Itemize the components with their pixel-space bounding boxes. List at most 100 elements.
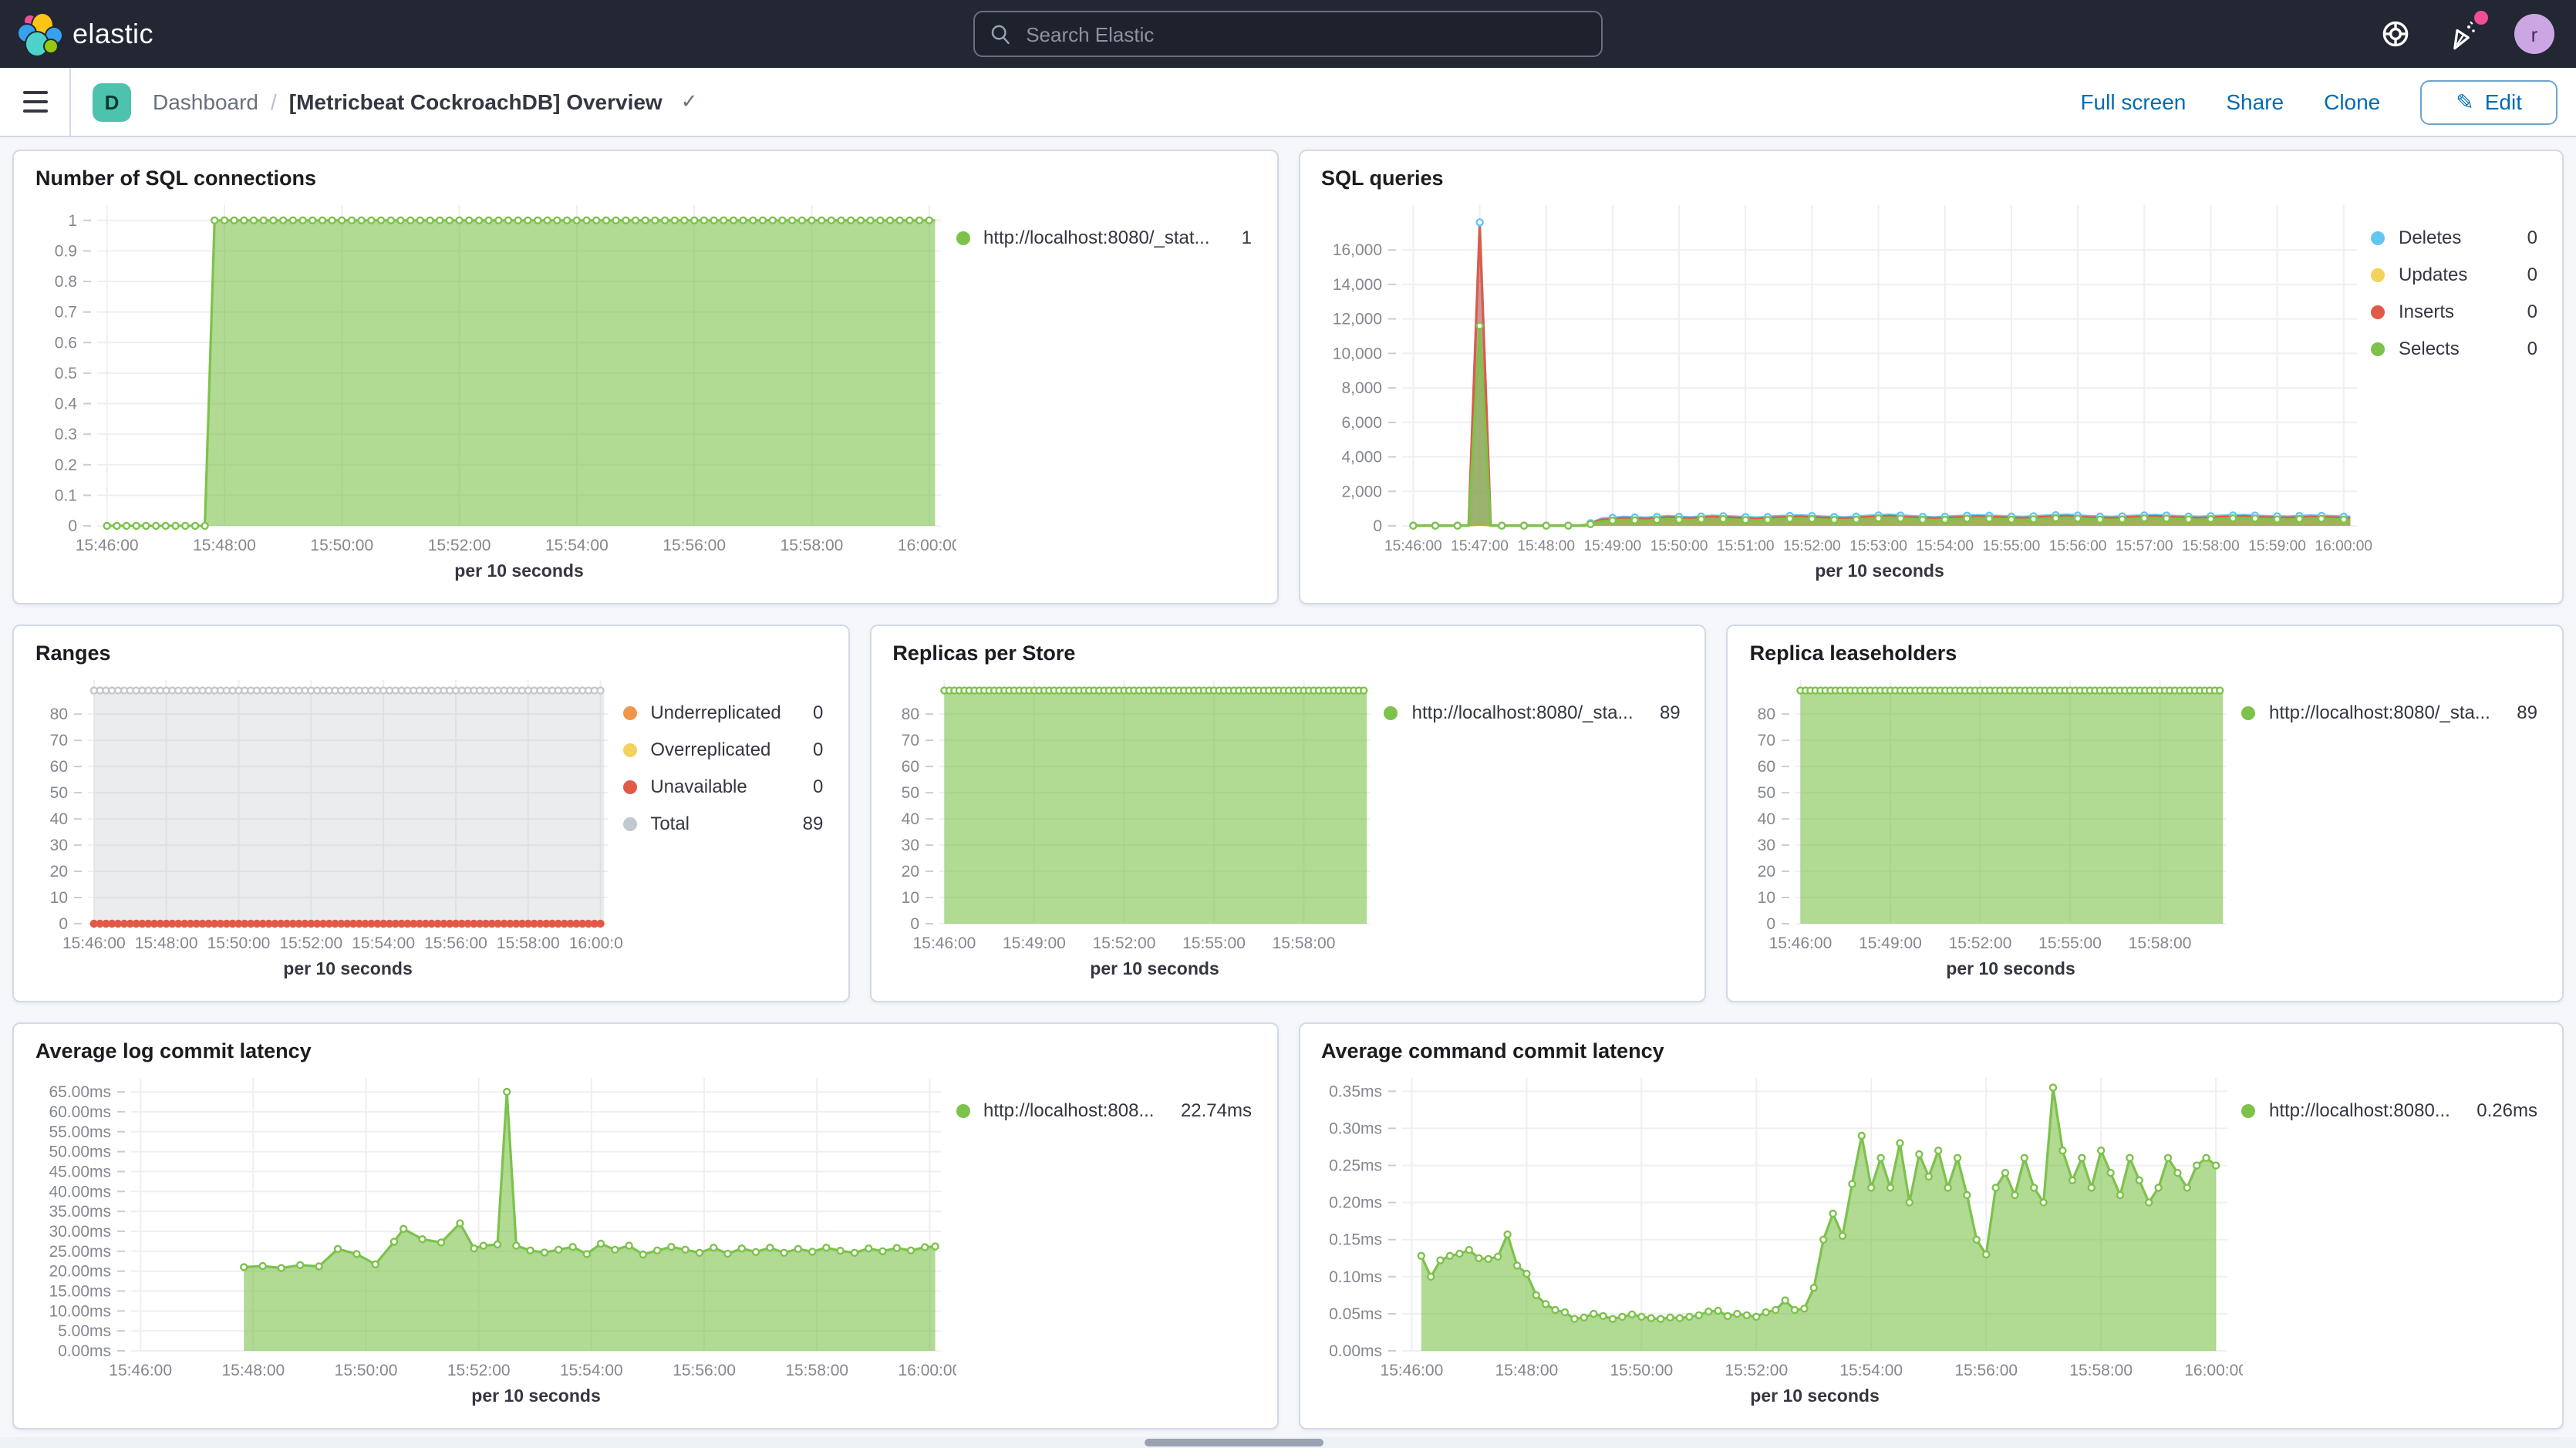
legend-item[interactable]: http://localhost:8080/_sta...89 bbox=[2241, 702, 2537, 723]
svg-text:1: 1 bbox=[68, 212, 77, 230]
svg-text:16:00:00: 16:00:00 bbox=[899, 1362, 956, 1379]
panel-replica-leaseholders: Replica leaseholders 8070605040302010015… bbox=[1727, 625, 2564, 1002]
svg-text:60: 60 bbox=[1758, 758, 1775, 776]
svg-text:15:46:00: 15:46:00 bbox=[109, 1362, 172, 1379]
svg-text:15:49:00: 15:49:00 bbox=[1860, 934, 1923, 952]
svg-text:15:46:00: 15:46:00 bbox=[1380, 1362, 1443, 1379]
help-icon[interactable] bbox=[2379, 17, 2412, 51]
svg-text:0.20ms: 0.20ms bbox=[1328, 1194, 1381, 1212]
legend-item[interactable]: Overreplicated 0 bbox=[622, 739, 823, 760]
breadcrumb-dashboard[interactable]: Dashboard bbox=[153, 89, 258, 114]
svg-text:15:58:00: 15:58:00 bbox=[785, 1362, 848, 1379]
svg-text:25.00ms: 25.00ms bbox=[49, 1243, 111, 1261]
panel-title: SQL queries bbox=[1321, 167, 2544, 190]
search-input[interactable] bbox=[1023, 21, 1586, 47]
scrollbar-thumb[interactable] bbox=[1145, 1439, 1323, 1446]
legend-series-value: 0.26ms bbox=[2464, 1099, 2537, 1121]
svg-text:0.15ms: 0.15ms bbox=[1328, 1231, 1381, 1249]
breadcrumb: Dashboard / [Metricbeat CockroachDB] Ove… bbox=[153, 89, 698, 114]
svg-text:2,000: 2,000 bbox=[1340, 483, 1381, 500]
svg-text:15:51:00: 15:51:00 bbox=[1716, 538, 1774, 554]
svg-text:15:48:00: 15:48:00 bbox=[1494, 1362, 1557, 1379]
legend-series-dot bbox=[622, 743, 636, 756]
svg-text:15:48:00: 15:48:00 bbox=[221, 1362, 285, 1379]
svg-text:0.6: 0.6 bbox=[55, 334, 77, 352]
clone-button[interactable]: Clone bbox=[2324, 89, 2380, 114]
svg-text:15:58:00: 15:58:00 bbox=[497, 934, 560, 952]
horizontal-scrollbar[interactable] bbox=[0, 1437, 2576, 1448]
panel-title: Average log commit latency bbox=[35, 1039, 1258, 1062]
panel-title: Replicas per Store bbox=[892, 641, 1686, 665]
svg-text:0.9: 0.9 bbox=[55, 242, 77, 260]
edit-button[interactable]: ✎ Edit bbox=[2420, 79, 2557, 124]
chart-canvas-sql-queries[interactable]: 16,00014,00012,00010,0008,0006,0004,0002… bbox=[1318, 193, 2371, 591]
chart-canvas-log-commit-latency[interactable]: 65.00ms60.00ms55.00ms50.00ms45.00ms40.00… bbox=[32, 1066, 956, 1416]
svg-text:10: 10 bbox=[1758, 889, 1775, 907]
svg-text:15:58:00: 15:58:00 bbox=[1272, 934, 1335, 952]
dashboard-toolbar: D Dashboard / [Metricbeat CockroachDB] O… bbox=[0, 68, 2576, 137]
legend-series-dot bbox=[2241, 705, 2255, 719]
legend-item[interactable]: Total89 bbox=[622, 813, 823, 834]
legend-series-dot bbox=[2371, 305, 2385, 318]
chart-legend: http://localhost:8080... 0.26ms bbox=[2241, 1066, 2544, 1416]
svg-text:15:56:00: 15:56:00 bbox=[673, 1362, 736, 1379]
svg-text:50: 50 bbox=[1758, 784, 1775, 802]
newsfeed-icon[interactable] bbox=[2446, 17, 2480, 51]
share-button[interactable]: Share bbox=[2226, 89, 2284, 114]
legend-series-label: http://localhost:8080... bbox=[2269, 1099, 2450, 1121]
svg-text:15:55:00: 15:55:00 bbox=[1182, 934, 1245, 952]
elastic-brand[interactable]: elastic bbox=[0, 14, 358, 54]
legend-item[interactable]: Deletes0 bbox=[2371, 227, 2537, 248]
svg-text:70: 70 bbox=[1758, 732, 1775, 749]
legend-series-dot bbox=[956, 231, 969, 244]
legend-item[interactable]: Selects0 bbox=[2371, 338, 2537, 359]
legend-series-dot bbox=[622, 780, 636, 793]
svg-text:60: 60 bbox=[901, 758, 919, 776]
legend-item[interactable]: http://localhost:8080... 0.26ms bbox=[2241, 1099, 2537, 1121]
chart-canvas-replicas-per-store[interactable]: 8070605040302010015:46:0015:49:0015:52:0… bbox=[889, 668, 1384, 988]
legend-item[interactable]: http://localhost:8080/_sta...89 bbox=[1384, 702, 1681, 723]
svg-text:55.00ms: 55.00ms bbox=[49, 1123, 111, 1141]
svg-text:40.00ms: 40.00ms bbox=[49, 1183, 111, 1200]
legend-item[interactable]: Inserts0 bbox=[2371, 301, 2537, 322]
user-avatar[interactable]: r bbox=[2514, 14, 2554, 54]
legend-item[interactable]: Updates0 bbox=[2371, 264, 2537, 285]
legend-series-label: Selects bbox=[2399, 338, 2460, 359]
svg-text:16:00:00: 16:00:00 bbox=[569, 934, 623, 952]
global-search[interactable] bbox=[973, 11, 1603, 57]
legend-series-value: 89 bbox=[1647, 702, 1681, 723]
saved-check-icon[interactable]: ✓ bbox=[681, 89, 698, 114]
svg-text:15:54:00: 15:54:00 bbox=[352, 934, 415, 952]
page-title[interactable]: [Metricbeat CockroachDB] Overview bbox=[289, 89, 663, 114]
svg-text:10: 10 bbox=[50, 889, 68, 907]
svg-text:15:50:00: 15:50:00 bbox=[310, 537, 373, 554]
hamburger-menu-icon[interactable] bbox=[0, 68, 71, 136]
chart-canvas-ranges[interactable]: 8070605040302010015:46:0015:48:0015:50:0… bbox=[32, 668, 622, 988]
svg-text:15:52:00: 15:52:00 bbox=[1949, 934, 2012, 952]
legend-item[interactable]: Unavailable0 bbox=[622, 776, 823, 797]
legend-item[interactable]: http://localhost:808...22.74ms bbox=[956, 1099, 1252, 1121]
svg-text:70: 70 bbox=[50, 732, 68, 749]
legend-series-dot bbox=[622, 705, 636, 719]
svg-text:50: 50 bbox=[50, 784, 68, 802]
svg-text:40: 40 bbox=[1758, 810, 1775, 828]
legend-series-value: 0 bbox=[2515, 264, 2537, 285]
svg-text:15:54:00: 15:54:00 bbox=[560, 1362, 623, 1379]
svg-text:15:52:00: 15:52:00 bbox=[279, 934, 342, 952]
chart-canvas-replica-leaseholders[interactable]: 8070605040302010015:46:0015:49:0015:52:0… bbox=[1747, 668, 2241, 988]
svg-text:15:56:00: 15:56:00 bbox=[2048, 538, 2106, 554]
legend-series-value: 22.74ms bbox=[1168, 1099, 1252, 1121]
legend-series-value: 1 bbox=[1229, 227, 1252, 248]
chart-canvas-command-commit-latency[interactable]: 0.35ms0.30ms0.25ms0.20ms0.15ms0.10ms0.05… bbox=[1318, 1066, 2241, 1416]
space-badge[interactable]: D bbox=[93, 83, 131, 121]
legend-series-value: 0 bbox=[801, 739, 823, 760]
legend-series-label: Overreplicated bbox=[650, 739, 770, 760]
chart-canvas-sql-connections[interactable]: 10.90.80.70.60.50.40.30.20.1015:46:0015:… bbox=[32, 193, 956, 591]
legend-item[interactable]: http://localhost:8080/_stat...1 bbox=[956, 227, 1252, 248]
panel-ranges: Ranges 8070605040302010015:46:0015:48:00… bbox=[12, 625, 849, 1002]
full-screen-button[interactable]: Full screen bbox=[2080, 89, 2186, 114]
legend-item[interactable]: Underreplicated0 bbox=[622, 702, 823, 723]
svg-text:15:48:00: 15:48:00 bbox=[1516, 538, 1574, 554]
svg-text:15:54:00: 15:54:00 bbox=[1839, 1362, 1902, 1379]
legend-series-label: http://localhost:8080/_sta... bbox=[2269, 702, 2490, 723]
